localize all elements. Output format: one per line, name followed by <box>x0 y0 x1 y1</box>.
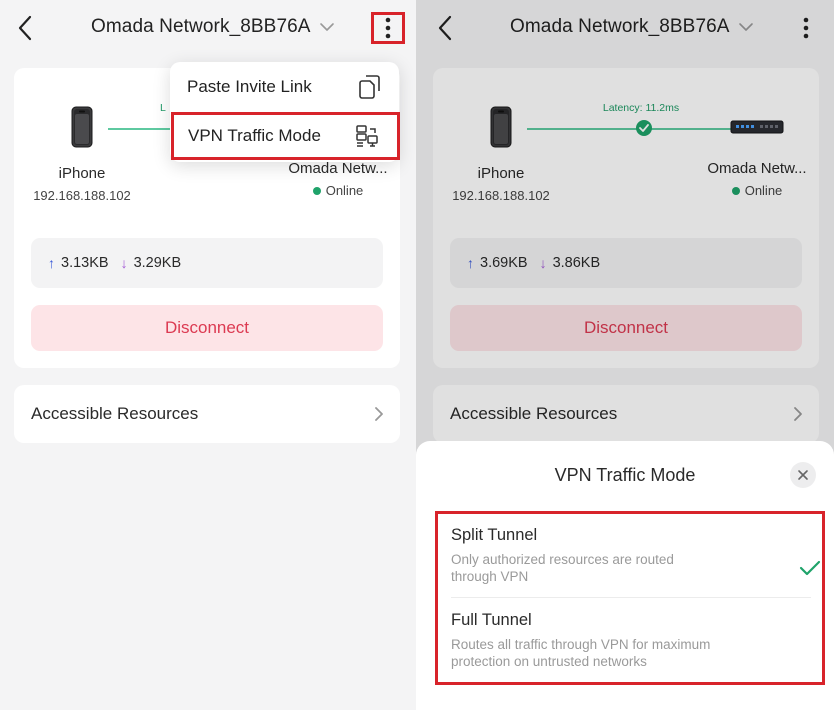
accessible-resources-row[interactable]: Accessible Resources <box>14 385 400 443</box>
menu-item-vpn-traffic-mode[interactable]: VPN Traffic Mode <box>171 112 400 160</box>
paste-icon <box>359 75 380 99</box>
vpn-traffic-mode-sheet: VPN Traffic Mode Split Tunnel Only autho… <box>416 441 834 710</box>
top-bar: Omada Network_8BB76A <box>0 0 416 56</box>
gateway-status: Online <box>695 183 819 198</box>
client-name: iPhone <box>477 165 525 182</box>
back-button[interactable] <box>14 14 38 42</box>
traffic-mode-icon <box>356 125 378 147</box>
gateway-status-text: Online <box>325 183 364 198</box>
disconnect-button[interactable]: Disconnect <box>450 305 802 351</box>
gateway-device: Omada Netw... Online <box>695 106 819 198</box>
left-screen: Omada Network_8BB76A L iPhone 192.168.18… <box>0 0 416 710</box>
gateway-name: Omada Netw... <box>707 160 807 177</box>
client-ip: 192.168.188.102 <box>33 188 131 203</box>
router-icon-wrap <box>695 106 819 148</box>
connection-card: Latency: 11.2ms iPhone 192.168.188.102 O… <box>433 68 819 368</box>
chevron-right-icon <box>375 407 383 421</box>
traffic-stats: ↑ 3.13KB ↓ 3.29KB <box>31 238 383 288</box>
more-vertical-icon <box>385 17 391 39</box>
upload-arrow-icon: ↑ <box>467 255 474 271</box>
sheet-title: VPN Traffic Mode <box>554 465 696 485</box>
selected-check-icon <box>799 560 821 576</box>
online-dot-icon <box>312 186 321 195</box>
traffic-stats: ↑ 3.69KB ↓ 3.86KB <box>450 238 802 288</box>
option-title: Split Tunnel <box>451 526 538 544</box>
option-title: Full Tunnel <box>451 611 532 629</box>
accessible-resources-label: Accessible Resources <box>31 404 199 423</box>
option-description: Routes all traffic through VPN for maxim… <box>451 637 711 669</box>
app-root: Omada Network_8BB76A L iPhone 192.168.18… <box>0 0 834 710</box>
menu-item-label: Paste Invite Link <box>187 77 312 96</box>
disconnect-button[interactable]: Disconnect <box>31 305 383 351</box>
download-arrow-icon: ↓ <box>539 255 547 271</box>
back-arrow-icon <box>438 15 452 41</box>
phone-icon <box>490 106 512 148</box>
latency-label: Latency: 11.2ms <box>602 102 680 114</box>
upload-arrow-icon: ↑ <box>48 255 55 271</box>
option-description: Only authorized resources are routed thr… <box>451 552 674 584</box>
accessible-resources-row[interactable]: Accessible Resources <box>433 385 819 443</box>
option-divider <box>451 597 811 598</box>
top-bar: Omada Network_8BB76A <box>416 0 834 56</box>
back-button[interactable] <box>434 14 458 42</box>
options-menu: Paste Invite Link VPN Traffic Mode <box>170 62 400 162</box>
gateway-status-text: Online <box>744 183 783 198</box>
close-icon <box>798 470 808 480</box>
download-value: 3.29KB <box>133 255 182 271</box>
more-options-button[interactable] <box>371 12 405 44</box>
menu-item-paste-invite-link[interactable]: Paste Invite Link <box>170 62 399 112</box>
chevron-right-icon <box>794 407 802 421</box>
network-selector[interactable]: Omada Network_8BB76A <box>91 16 335 38</box>
gateway-name: Omada Netw... <box>288 160 388 177</box>
latency-check-icon <box>636 120 652 136</box>
network-title: Omada Network_8BB76A <box>91 16 311 37</box>
network-title: Omada Network_8BB76A <box>510 16 730 37</box>
option-split-tunnel[interactable]: Split Tunnel Only authorized resources a… <box>451 526 821 585</box>
option-full-tunnel[interactable]: Full Tunnel Routes all traffic through V… <box>451 611 811 670</box>
router-icon <box>730 120 784 134</box>
back-arrow-icon <box>18 15 32 41</box>
right-screen: Omada Network_8BB76A Latency: 11.2ms iPh… <box>416 0 834 710</box>
close-button[interactable] <box>790 462 816 488</box>
chevron-down-icon <box>738 23 753 31</box>
more-vertical-icon <box>803 17 809 39</box>
client-device: iPhone 192.168.188.102 <box>32 106 132 203</box>
client-ip: 192.168.188.102 <box>452 188 550 203</box>
client-name: iPhone <box>58 165 106 182</box>
download-value: 3.86KB <box>552 255 601 271</box>
download-arrow-icon: ↓ <box>120 255 128 271</box>
traffic-mode-options: Split Tunnel Only authorized resources a… <box>435 511 825 685</box>
gateway-status: Online <box>276 183 400 198</box>
network-selector[interactable]: Omada Network_8BB76A <box>510 16 754 38</box>
phone-icon <box>71 106 93 148</box>
upload-value: 3.13KB <box>61 255 109 271</box>
chevron-down-icon <box>319 23 334 31</box>
upload-value: 3.69KB <box>480 255 528 271</box>
menu-item-label: VPN Traffic Mode <box>188 126 321 145</box>
client-device: iPhone 192.168.188.102 <box>451 106 551 203</box>
accessible-resources-label: Accessible Resources <box>450 404 618 423</box>
more-options-button[interactable] <box>790 12 822 44</box>
online-dot-icon <box>731 186 740 195</box>
